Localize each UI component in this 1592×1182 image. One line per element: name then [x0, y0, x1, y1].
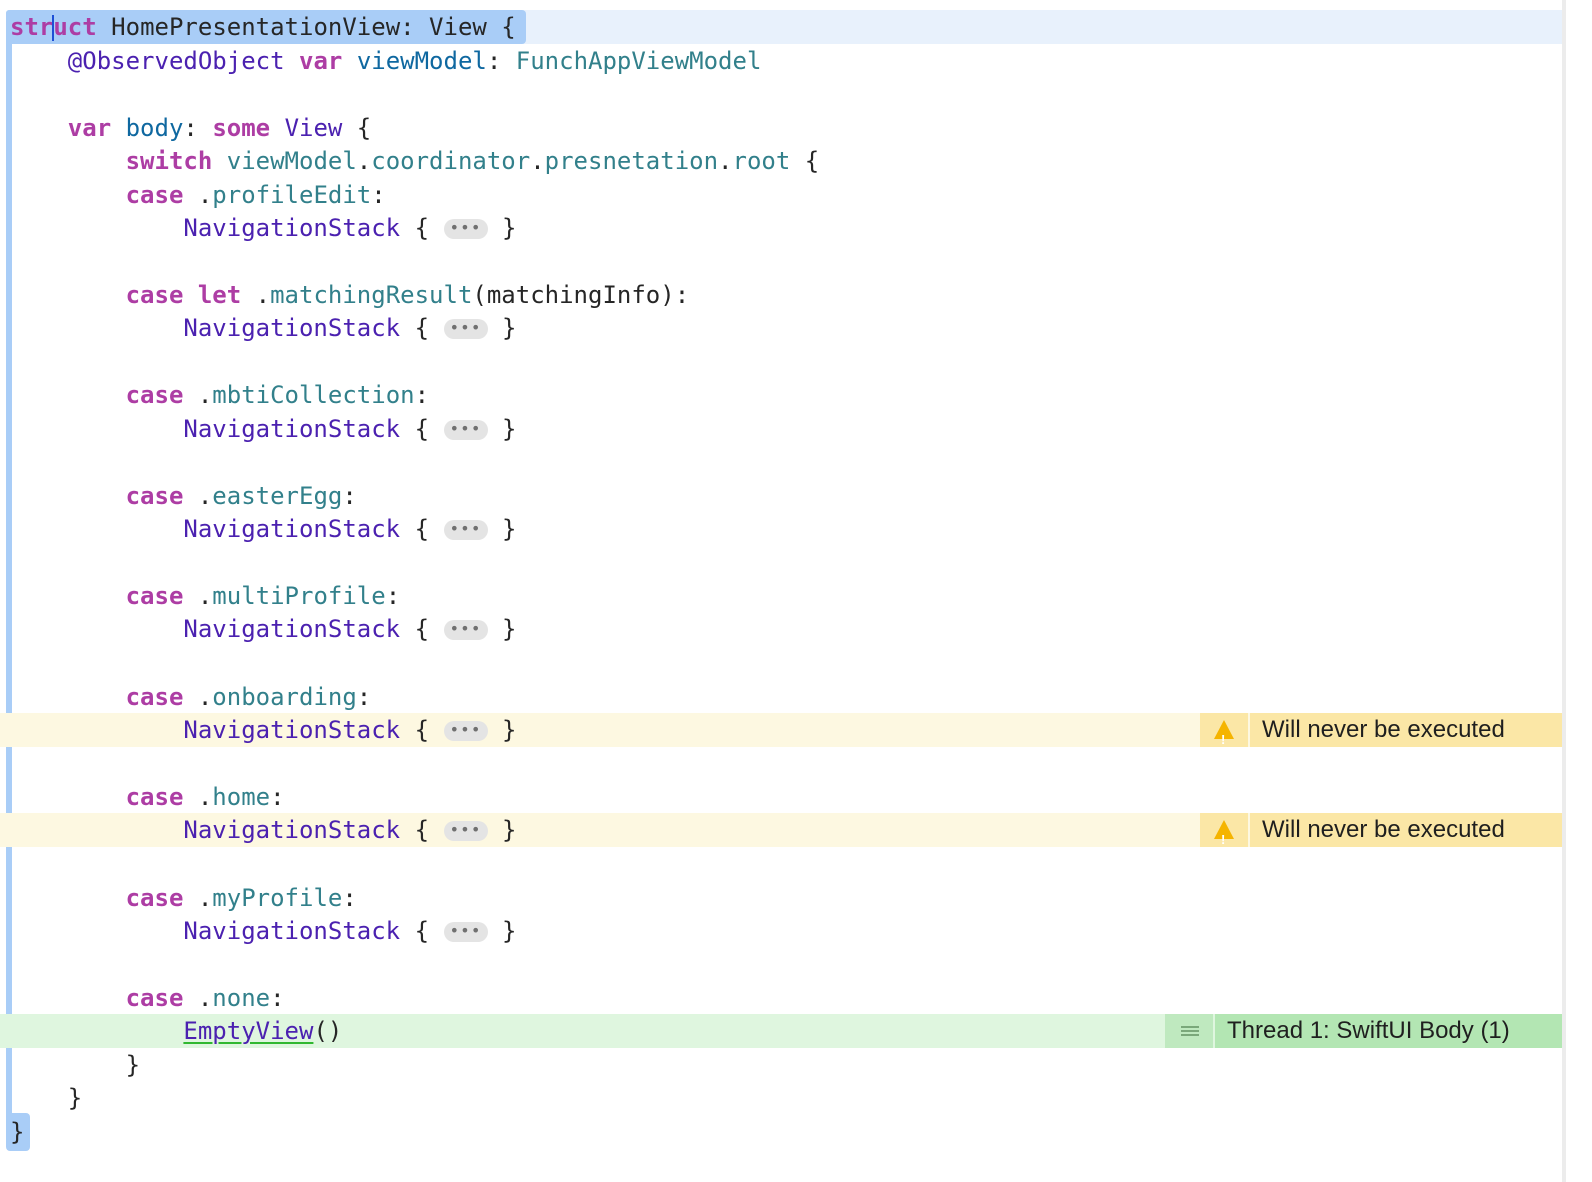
code-line[interactable]: } — [10, 1048, 140, 1082]
case-name: matchingResult — [270, 281, 473, 309]
case-line[interactable]: case .onboarding: — [10, 680, 372, 714]
case-suffix: : — [342, 884, 357, 912]
text-caret — [52, 15, 55, 41]
property-name: viewModel — [356, 47, 487, 75]
code-line[interactable]: NavigationStack { ••• } — [10, 412, 516, 446]
code-line[interactable]: NavigationStack { ••• } — [10, 211, 516, 245]
warning-icon — [1214, 820, 1234, 857]
keyword: case — [125, 884, 184, 912]
case-line[interactable]: case .profileEdit: — [10, 178, 386, 212]
type-name: NavigationStack — [183, 917, 401, 945]
case-name: easterEgg — [212, 482, 343, 510]
struct-declaration: HomePresentationView: View { — [96, 13, 516, 41]
type-name: NavigationStack — [183, 214, 401, 242]
code-line[interactable]: NavigationStack { ••• } — [10, 813, 516, 847]
keyword: case — [125, 381, 184, 409]
case-name: mbtiCollection — [212, 381, 415, 409]
path-segment: coordinator — [371, 147, 531, 175]
property-name: body — [125, 114, 184, 142]
code-line[interactable]: EmptyView() — [10, 1014, 342, 1048]
thread-annotation[interactable]: Thread 1: SwiftUI Body (1) — [1165, 1014, 1562, 1048]
code-line[interactable]: struct HomePresentationView: View { — [10, 10, 516, 44]
keyword: var — [299, 47, 343, 75]
type-name: NavigationStack — [183, 615, 401, 643]
keyword: case — [125, 683, 184, 711]
code-line[interactable]: NavigationStack { ••• } — [10, 713, 516, 747]
case-name: myProfile — [212, 884, 343, 912]
keyword: case — [125, 181, 184, 209]
type-name: FunchAppViewModel — [515, 47, 762, 75]
keyword: case — [125, 984, 184, 1012]
code-line[interactable]: NavigationStack { ••• } — [10, 914, 516, 948]
keyword: let — [197, 281, 242, 309]
case-line[interactable]: case .multiProfile: — [10, 579, 401, 613]
case-suffix: (matchingInfo): — [472, 281, 690, 309]
fold-placeholder-button[interactable]: ••• — [443, 922, 488, 942]
keyword: struct — [10, 13, 97, 41]
fold-placeholder-button[interactable]: ••• — [443, 219, 488, 239]
warning-message: Will never be executed — [1250, 813, 1562, 847]
code-line[interactable]: NavigationStack { ••• } — [10, 612, 516, 646]
code-line[interactable]: NavigationStack { ••• } — [10, 512, 516, 546]
warning-annotation[interactable]: Will never be executed — [1200, 813, 1562, 857]
fold-placeholder-button[interactable]: ••• — [443, 420, 488, 440]
case-suffix: : — [356, 683, 372, 711]
type-name: NavigationStack — [183, 415, 401, 443]
warning-annotation[interactable]: Will never be executed — [1200, 713, 1562, 757]
type-name: NavigationStack — [183, 314, 401, 342]
keyword: var — [67, 114, 112, 142]
code-editor[interactable]: struct HomePresentationView: View { @Obs… — [0, 0, 1592, 1182]
keyword: switch — [125, 147, 213, 175]
case-name: home — [212, 783, 271, 811]
case-line[interactable]: case let .matchingResult(matchingInfo): — [10, 278, 690, 312]
keyword: some — [212, 114, 271, 142]
path-segment: viewModel — [226, 147, 357, 175]
code-line[interactable]: } — [10, 1081, 82, 1115]
fold-placeholder-button[interactable]: ••• — [443, 520, 488, 540]
path-segment: presnetation — [544, 147, 719, 175]
call-parens: () — [313, 1017, 343, 1045]
type-name: NavigationStack — [183, 816, 401, 844]
case-line[interactable]: case .myProfile: — [10, 881, 357, 915]
case-line[interactable]: case .mbtiCollection: — [10, 378, 429, 412]
code-line[interactable]: var body: some View { — [10, 111, 371, 145]
case-line[interactable]: case .home: — [10, 780, 285, 814]
case-name: profileEdit — [212, 181, 372, 209]
code-line[interactable]: NavigationStack { ••• } — [10, 311, 516, 345]
code-line[interactable]: switch viewModel.coordinator.presnetatio… — [10, 144, 820, 178]
thread-message: Thread 1: SwiftUI Body (1) — [1215, 1014, 1562, 1048]
case-name: none — [212, 984, 271, 1012]
code-line[interactable]: @ObservedObject var viewModel: FunchAppV… — [10, 44, 762, 78]
type-name: View — [284, 114, 343, 142]
case-suffix: : — [385, 582, 401, 610]
case-suffix: : — [414, 381, 430, 409]
path-segment: root — [732, 147, 791, 175]
case-line[interactable]: case .none: — [10, 981, 285, 1015]
code-line[interactable]: } — [10, 1115, 24, 1149]
case-name: onboarding — [212, 683, 357, 711]
keyword: case — [125, 783, 184, 811]
case-suffix: : — [342, 482, 357, 510]
thread-menu-icon — [1181, 1026, 1199, 1036]
keyword: case — [125, 582, 184, 610]
fold-placeholder-button[interactable]: ••• — [443, 319, 488, 339]
type-name: NavigationStack — [183, 515, 401, 543]
fold-placeholder-button[interactable]: ••• — [443, 620, 488, 640]
warning-message: Will never be executed — [1250, 713, 1562, 747]
fold-placeholder-button[interactable]: ••• — [443, 821, 488, 841]
case-suffix: : — [270, 783, 285, 811]
type-name: EmptyView — [183, 1017, 314, 1045]
case-suffix: : — [371, 181, 386, 209]
attribute: @ObservedObject — [67, 47, 285, 75]
fold-placeholder-button[interactable]: ••• — [443, 721, 488, 741]
case-suffix: : — [270, 984, 285, 1012]
case-line[interactable]: case .easterEgg: — [10, 479, 357, 513]
warning-icon — [1214, 720, 1234, 757]
scroll-gutter[interactable] — [1562, 0, 1566, 1182]
case-name: multiProfile — [212, 582, 386, 610]
keyword: case — [125, 281, 184, 309]
current-line-highlight — [520, 10, 1562, 44]
keyword: case — [125, 482, 184, 510]
type-name: NavigationStack — [183, 716, 401, 744]
